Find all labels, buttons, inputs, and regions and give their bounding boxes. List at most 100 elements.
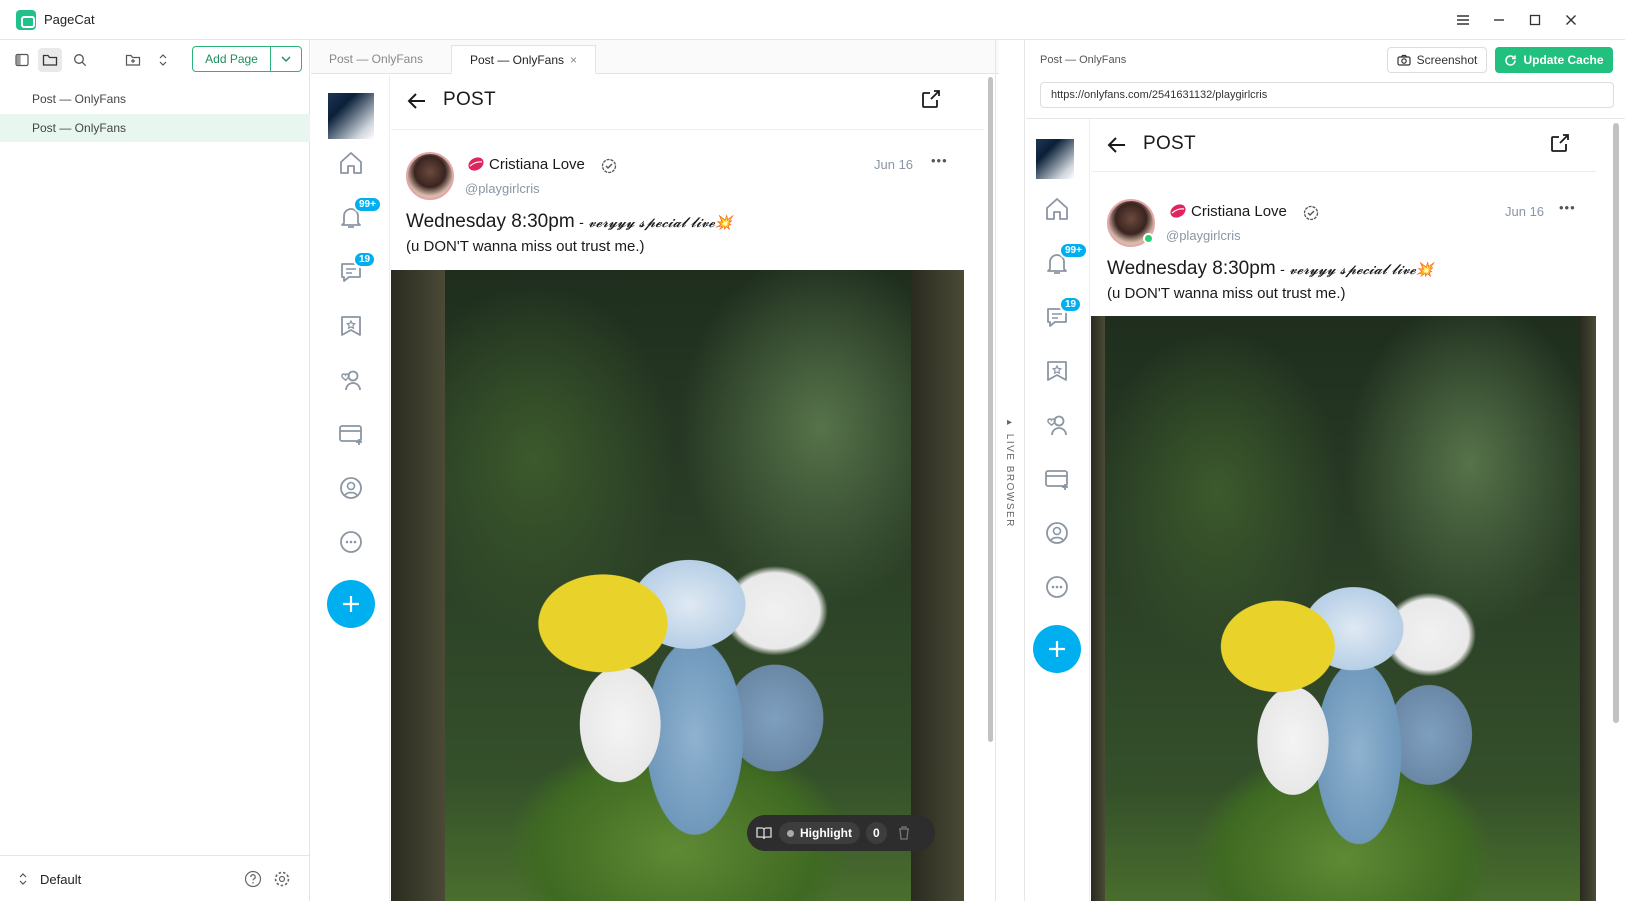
- live-browser-title: Post — OnlyFans: [1040, 54, 1127, 66]
- live-more-options-icon[interactable]: [1041, 571, 1073, 603]
- live-page-title: POST: [1143, 133, 1196, 154]
- main-page-view: 99+ 19 POST Cristiana Love @playgirlcris…: [311, 75, 984, 901]
- lips-icon: [467, 156, 485, 172]
- workspace-switch-icon[interactable]: [18, 872, 28, 886]
- back-arrow-icon[interactable]: [405, 89, 429, 113]
- photo-left-edge: [391, 270, 445, 901]
- close-tab-icon[interactable]: ×: [570, 53, 577, 67]
- live-messages-icon[interactable]: 19: [1041, 296, 1083, 333]
- chevron-down-icon[interactable]: [271, 47, 301, 71]
- post-more-icon[interactable]: •••: [931, 153, 948, 168]
- add-card-icon[interactable]: [335, 418, 367, 450]
- author-avatar[interactable]: [406, 152, 454, 200]
- update-cache-label: Update Cache: [1523, 53, 1604, 67]
- live-post-column: POST Cristiana Love @playgirlcris Jun 16…: [1091, 119, 1596, 901]
- minimize-button[interactable]: [1488, 9, 1510, 31]
- sidebar-item-post-1[interactable]: Post — OnlyFans: [0, 85, 310, 113]
- menu-icon[interactable]: [1452, 9, 1474, 31]
- home-icon[interactable]: [335, 147, 367, 179]
- live-notifications-bell-icon[interactable]: 99+: [1041, 242, 1088, 279]
- title-bar: PageCat: [0, 0, 1625, 40]
- live-photo-left-edge: [1091, 316, 1105, 901]
- main-scrollbar-thumb[interactable]: [988, 77, 993, 742]
- add-page-label[interactable]: Add Page: [193, 47, 271, 71]
- highlight-count: 0: [865, 822, 887, 844]
- panel-toggle-icon[interactable]: [10, 48, 34, 72]
- settings-gear-icon[interactable]: [273, 870, 291, 888]
- post-text-main: Wednesday 8:30pm - 𝓿𝓮𝓻𝔂𝔂𝔂 𝓼𝓹𝓮𝓬𝓲𝓪𝓵 𝓵𝓲𝓿𝓮💥: [406, 211, 732, 233]
- new-post-button[interactable]: [327, 580, 375, 628]
- messages-badge: 19: [353, 251, 377, 268]
- live-home-icon[interactable]: [1041, 193, 1073, 225]
- online-status-dot: [1143, 233, 1154, 244]
- live-post-text-time: Wednesday 8:30pm: [1107, 258, 1276, 279]
- live-subscriptions-user-icon[interactable]: [1041, 409, 1073, 441]
- messages-icon[interactable]: 19: [335, 251, 377, 288]
- live-collections-bookmark-icon[interactable]: [1041, 355, 1073, 387]
- live-browser-label[interactable]: ▸ LIVE BROWSER: [1004, 417, 1015, 528]
- live-post-more-icon[interactable]: •••: [1559, 200, 1576, 215]
- live-my-profile-icon[interactable]: [1041, 517, 1073, 549]
- sidebar-item-post-2[interactable]: Post — OnlyFans: [0, 114, 310, 142]
- search-icon[interactable]: [68, 48, 92, 72]
- tab-post-1[interactable]: Post — OnlyFans: [311, 45, 441, 74]
- plus-icon: [343, 596, 359, 612]
- live-author-name[interactable]: Cristiana Love: [1191, 203, 1287, 220]
- verified-icon: [601, 158, 617, 174]
- main-scrollbar[interactable]: [985, 75, 995, 901]
- more-options-icon[interactable]: [335, 526, 367, 558]
- live-post-header: POST: [1091, 119, 1596, 172]
- screenshot-button[interactable]: Screenshot: [1387, 47, 1487, 73]
- live-scrollbar[interactable]: [1609, 119, 1623, 901]
- close-window-button[interactable]: [1560, 9, 1582, 31]
- post-column: POST Cristiana Love @playgirlcris Jun 16…: [391, 75, 984, 901]
- maximize-button[interactable]: [1524, 9, 1546, 31]
- help-icon[interactable]: [244, 870, 262, 888]
- highlight-dot-icon: [787, 829, 794, 837]
- highlight-toolbar: Highlight 0: [747, 815, 935, 851]
- refresh-icon: [1505, 54, 1517, 66]
- new-folder-icon[interactable]: [121, 48, 145, 72]
- notifications-bell-icon[interactable]: 99+: [335, 196, 382, 233]
- live-post-text-main: Wednesday 8:30pm - 𝓿𝓮𝓻𝔂𝔂𝔂 𝓼𝓹𝓮𝓬𝓲𝓪𝓵 𝓵𝓲𝓿𝓮💥: [1107, 258, 1433, 280]
- live-photo-right-edge: [1580, 316, 1596, 901]
- live-new-post-button[interactable]: [1033, 625, 1081, 673]
- live-post-photo[interactable]: [1091, 316, 1596, 901]
- url-input[interactable]: https://onlyfans.com/2541631132/playgirl…: [1040, 82, 1614, 108]
- live-browser-panel: Post — OnlyFans Screenshot Update Cache …: [1026, 40, 1625, 901]
- post-photo[interactable]: [391, 270, 964, 901]
- collections-bookmark-icon[interactable]: [335, 310, 367, 342]
- my-profile-icon[interactable]: [335, 472, 367, 504]
- highlight-button[interactable]: Highlight: [779, 822, 860, 844]
- live-user-avatar[interactable]: [1036, 139, 1074, 179]
- share-icon[interactable]: [919, 87, 943, 111]
- live-add-card-icon[interactable]: [1041, 463, 1073, 495]
- live-back-arrow-icon[interactable]: [1105, 133, 1129, 157]
- trash-icon[interactable]: [897, 825, 911, 841]
- author-handle[interactable]: @playgirlcris: [465, 181, 540, 196]
- notifications-badge: 99+: [353, 196, 382, 213]
- live-scrollbar-thumb[interactable]: [1613, 123, 1619, 723]
- live-share-icon[interactable]: [1548, 131, 1572, 155]
- update-cache-button[interactable]: Update Cache: [1495, 47, 1613, 73]
- live-notifications-badge: 99+: [1059, 242, 1088, 259]
- add-page-button[interactable]: Add Page: [192, 46, 302, 72]
- user-avatar[interactable]: [328, 93, 374, 139]
- subscriptions-user-icon[interactable]: [335, 364, 367, 396]
- workspace-label[interactable]: Default: [40, 872, 81, 887]
- highlight-label: Highlight: [800, 826, 852, 840]
- reader-book-icon[interactable]: [755, 825, 773, 841]
- sort-icon[interactable]: [151, 48, 175, 72]
- live-lips-icon: [1169, 203, 1187, 219]
- tab-bar: Post — OnlyFans Post — OnlyFans ×: [311, 40, 999, 74]
- author-name[interactable]: Cristiana Love: [489, 156, 585, 173]
- live-post-text-fancy: - 𝓿𝓮𝓻𝔂𝔂𝔂 𝓼𝓹𝓮𝓬𝓲𝓪𝓵 𝓵𝓲𝓿𝓮💥: [1275, 262, 1434, 278]
- tab-post-2[interactable]: Post — OnlyFans ×: [451, 45, 597, 74]
- post-text-fancy: - 𝓿𝓮𝓻𝔂𝔂𝔂 𝓼𝓹𝓮𝓬𝓲𝓪𝓵 𝓵𝓲𝓿𝓮💥: [574, 215, 733, 231]
- nav-rail: 99+ 19: [311, 75, 390, 901]
- page-title: POST: [443, 89, 496, 110]
- post-header: POST: [391, 75, 984, 130]
- post-text-time: Wednesday 8:30pm: [406, 211, 575, 232]
- live-author-handle[interactable]: @playgirlcris: [1166, 228, 1241, 243]
- folder-icon[interactable]: [38, 48, 62, 72]
